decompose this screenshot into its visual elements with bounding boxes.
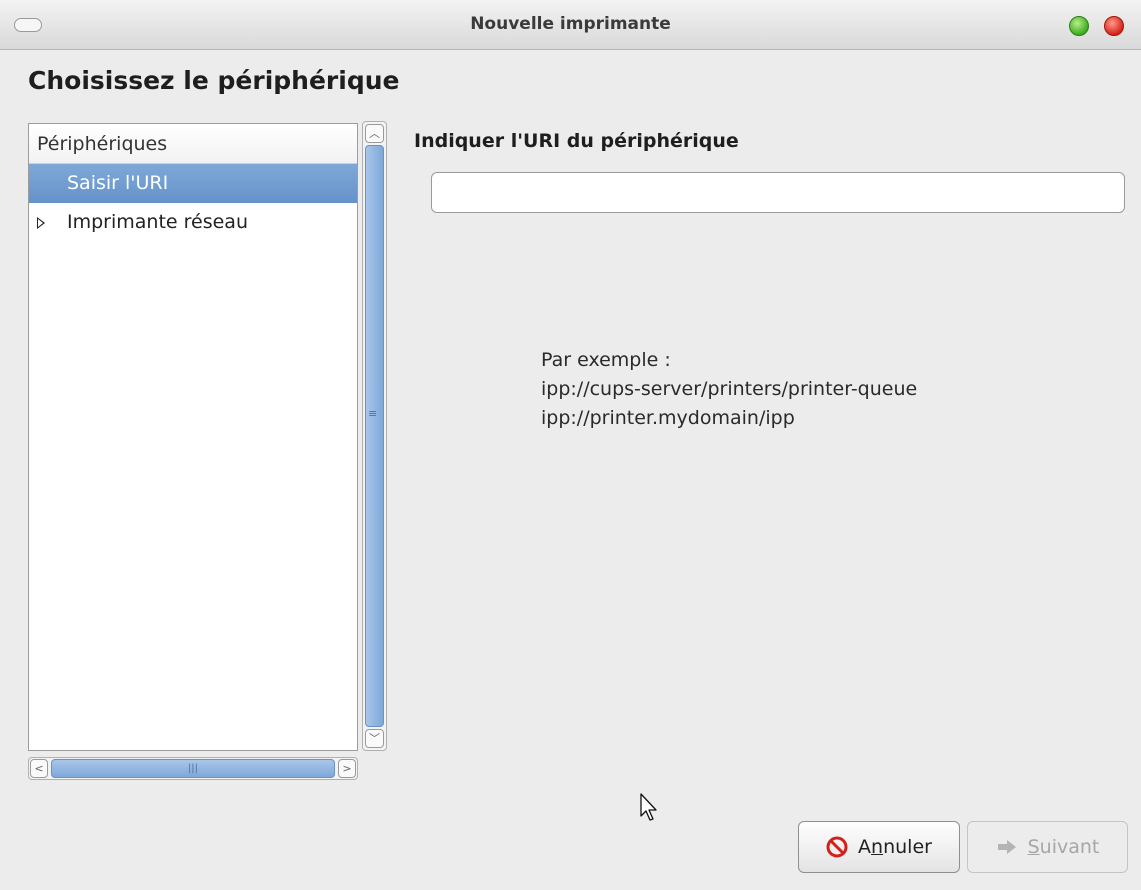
list-item-label: Imprimante réseau bbox=[67, 211, 248, 233]
arrow-right-icon bbox=[997, 840, 1016, 854]
uri-label: Indiquer l'URI du périphérique bbox=[414, 130, 739, 152]
close-button[interactable] bbox=[1104, 16, 1124, 36]
list-item-enter-uri[interactable]: Saisir l'URI bbox=[29, 164, 357, 203]
next-button-label: Suivant bbox=[1027, 836, 1100, 858]
cancel-button-label: Annuler bbox=[858, 836, 932, 858]
grip-icon: ≡ bbox=[368, 407, 378, 420]
example-line: Par exemple : bbox=[541, 349, 671, 371]
vertical-scrollbar-thumb[interactable] bbox=[365, 145, 384, 727]
vertical-scrollbar[interactable]: ︿ ≡ ﹀ bbox=[362, 121, 387, 751]
cancel-icon bbox=[826, 836, 848, 858]
uri-example-text: Par exemple : ipp://cups-server/printers… bbox=[541, 346, 917, 433]
maximize-button[interactable] bbox=[1069, 16, 1089, 36]
next-button[interactable]: Suivant bbox=[967, 821, 1128, 873]
uri-input[interactable] bbox=[431, 172, 1125, 213]
example-line: ipp://cups-server/printers/printer-queue bbox=[541, 378, 918, 400]
window-title: Nouvelle imprimante bbox=[470, 14, 671, 34]
horizontal-scrollbar[interactable]: < ||| > bbox=[28, 757, 358, 780]
list-item-network-printer[interactable]: Imprimante réseau bbox=[29, 203, 357, 242]
scroll-down-arrow-icon[interactable]: ﹀ bbox=[365, 729, 384, 748]
scroll-left-arrow-icon[interactable]: < bbox=[30, 759, 48, 778]
cancel-button[interactable]: Annuler bbox=[798, 821, 960, 873]
expander-arrow-icon[interactable] bbox=[37, 217, 45, 229]
page-title: Choisissez le périphérique bbox=[28, 66, 400, 95]
mouse-cursor-icon bbox=[640, 793, 657, 821]
list-item-label: Saisir l'URI bbox=[67, 172, 169, 194]
device-list[interactable]: Périphériques Saisir l'URI Imprimante ré… bbox=[28, 123, 358, 751]
example-line: ipp://printer.mydomain/ipp bbox=[541, 407, 795, 429]
scroll-up-arrow-icon[interactable]: ︿ bbox=[365, 124, 384, 143]
horizontal-scrollbar-thumb[interactable]: ||| bbox=[51, 759, 335, 778]
window-titlebar[interactable]: Nouvelle imprimante bbox=[0, 0, 1141, 50]
scroll-right-arrow-icon[interactable]: > bbox=[338, 759, 356, 778]
device-list-header[interactable]: Périphériques bbox=[29, 124, 357, 164]
